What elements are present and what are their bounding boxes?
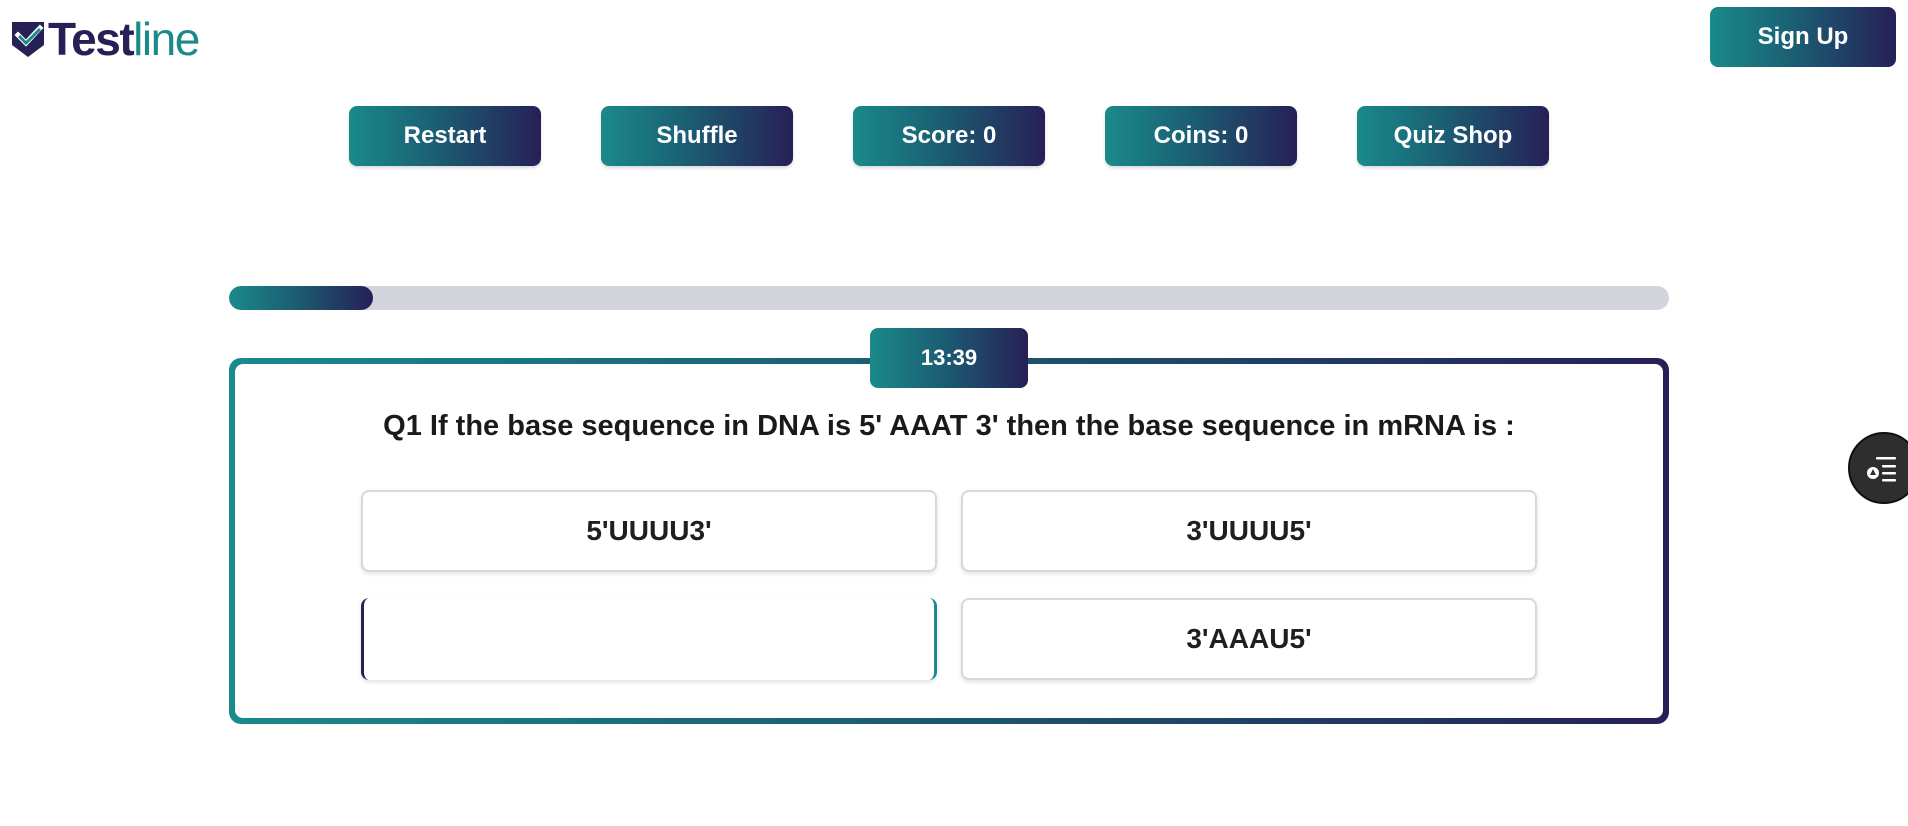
answer-option-4[interactable]: 3'AAAU5' xyxy=(961,598,1537,680)
answer-option-1[interactable]: 5'UUUU3' xyxy=(361,490,937,572)
quiz-page: Testline Sign Up Restart Shuffle Score: … xyxy=(0,0,1908,826)
shuffle-button[interactable]: Shuffle xyxy=(601,106,793,166)
logo-text-test: Test xyxy=(48,13,135,65)
coins-display[interactable]: Coins: 0 xyxy=(1105,106,1297,166)
question-list-button[interactable] xyxy=(1848,432,1908,504)
question-text: Q1 If the base sequence in DNA is 5' AAA… xyxy=(383,410,1515,442)
testline-logo[interactable]: Testline xyxy=(10,13,200,65)
restart-button[interactable]: Restart xyxy=(349,106,541,166)
answer-option-2[interactable]: 3'UUUU5' xyxy=(961,490,1537,572)
answer-option-3[interactable]: 5'AAAU3' xyxy=(361,598,937,680)
checkmark-logo-icon xyxy=(12,22,44,57)
question-list-icon xyxy=(1867,457,1896,482)
logo-wordmark: Testline xyxy=(48,13,200,65)
score-display[interactable]: Score: 0 xyxy=(853,106,1045,166)
answer-options: 5'UUUU3' 3'UUUU5' 5'AAAU3' 3'AAAU5' xyxy=(361,490,1537,680)
quiz-progress-fill xyxy=(229,286,373,310)
logo-text-line: line xyxy=(133,13,200,65)
sign-up-button[interactable]: Sign Up xyxy=(1710,7,1896,67)
countdown-timer: 13:39 xyxy=(870,328,1028,388)
quiz-shop-button[interactable]: Quiz Shop xyxy=(1357,106,1549,166)
quiz-toolbar: Restart Shuffle Score: 0 Coins: 0 Quiz S… xyxy=(349,106,1549,166)
quiz-progress-bar xyxy=(229,286,1669,310)
